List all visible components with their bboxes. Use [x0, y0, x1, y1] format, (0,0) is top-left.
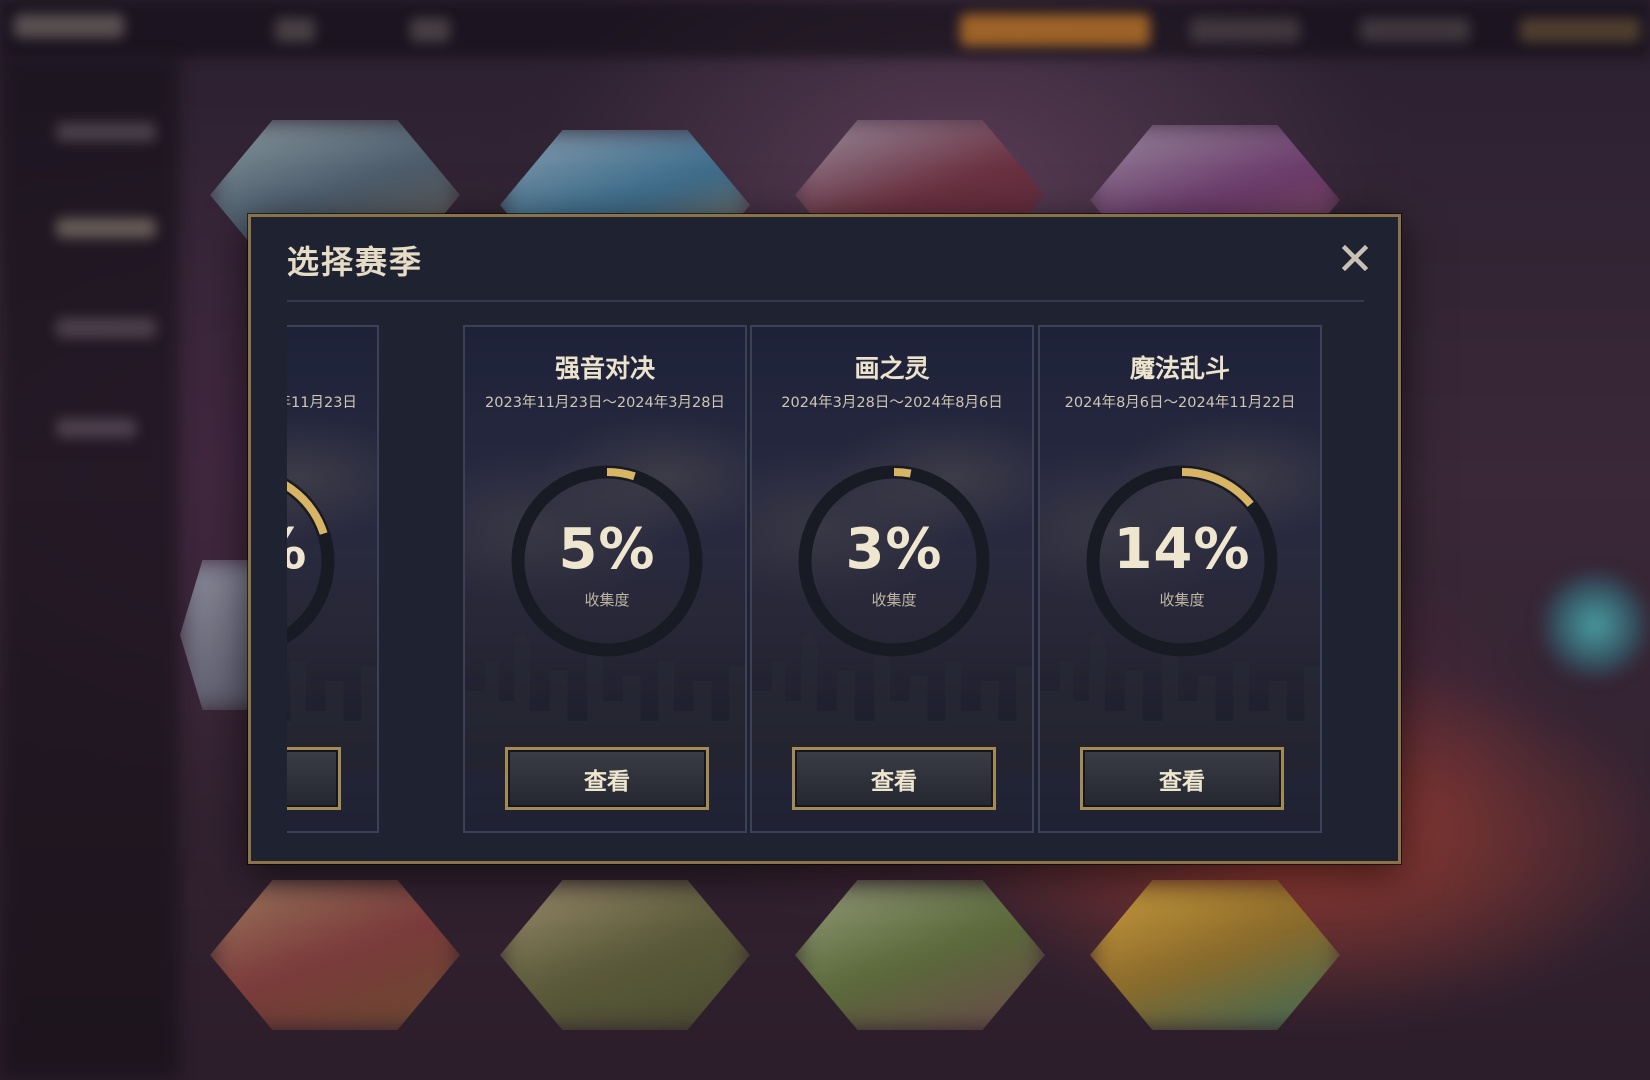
background-orb [1540, 570, 1650, 680]
close-button[interactable] [1336, 239, 1374, 277]
collection-label: 收集度 [584, 591, 630, 609]
season-dates: 2024年3月28日～2024年8月6日 [781, 395, 1003, 411]
season-card-list[interactable]: 大陆传奇 2023年7月20日～2023年11月23日 20% 收集度查看 强音对决 20… [287, 325, 1364, 833]
collection-percent: 5% [558, 517, 656, 582]
background-nav-item [1360, 18, 1470, 42]
collection-label: 收集度 [287, 589, 341, 610]
season-dates: 2023年7月20日～2023年11月23日 [287, 395, 357, 411]
collection-label: 收集度 [871, 591, 917, 609]
season-card: 魔法乱斗 2024年8月6日～2024年11月22日 14% 收集度查看 [1038, 325, 1322, 833]
view-season-button[interactable]: 查看 [287, 747, 341, 810]
collection-percent: 20% [287, 517, 341, 582]
view-season-button[interactable]: 查看 [505, 747, 709, 810]
background-logo [14, 14, 124, 38]
view-season-button[interactable]: 查看 [792, 747, 996, 810]
background-nav-item [410, 18, 450, 42]
season-card: 画之灵 2024年3月28日～2024年8月6日 3% 收集度查看 [750, 325, 1034, 833]
background-play-button [960, 14, 1150, 46]
background-currency [1520, 18, 1640, 42]
season-card: 强音对决 2023年11月23日～2024年3月28日 5% 收集度查看 [463, 325, 747, 833]
collection-percent: 3% [845, 517, 943, 582]
background-sidebar-item [56, 318, 156, 338]
close-icon [1341, 244, 1369, 272]
background-nav-item [275, 18, 315, 42]
season-name: 画之灵 [854, 354, 930, 383]
season-name: 强音对决 [554, 354, 655, 383]
season-dates: 2024年8月6日～2024年11月22日 [1064, 395, 1296, 411]
season-card: 大陆传奇 2023年7月20日～2023年11月23日 20% 收集度查看 [287, 325, 379, 833]
background-nav-item [1190, 18, 1300, 42]
background-sidebar [0, 58, 180, 1080]
title-divider [287, 300, 1364, 302]
collection-progress-ring: 3% 收集度 [792, 459, 996, 663]
season-name: 大陆传奇 [287, 349, 377, 385]
collection-progress-ring: 20% 收集度 [287, 459, 341, 663]
background-sidebar-item [56, 218, 156, 238]
dialog-title: 选择赛季 [287, 243, 424, 281]
collection-progress-ring: 14% 收集度 [1080, 459, 1284, 663]
season-select-dialog: 选择赛季 大陆传奇2023年7月20日～2023年11月23日20%收集度查看强… [248, 214, 1401, 864]
view-season-button[interactable]: 查看 [1080, 747, 1284, 810]
collection-percent: 14% [1113, 517, 1251, 582]
background-sidebar-item [56, 122, 156, 142]
background-sidebar-item [56, 418, 136, 438]
season-name: 魔法乱斗 [1129, 354, 1230, 383]
collection-label: 收集度 [1159, 591, 1205, 609]
season-dates: 2023年11月23日～2024年3月28日 [485, 395, 725, 411]
collection-progress-ring: 5% 收集度 [505, 459, 709, 663]
